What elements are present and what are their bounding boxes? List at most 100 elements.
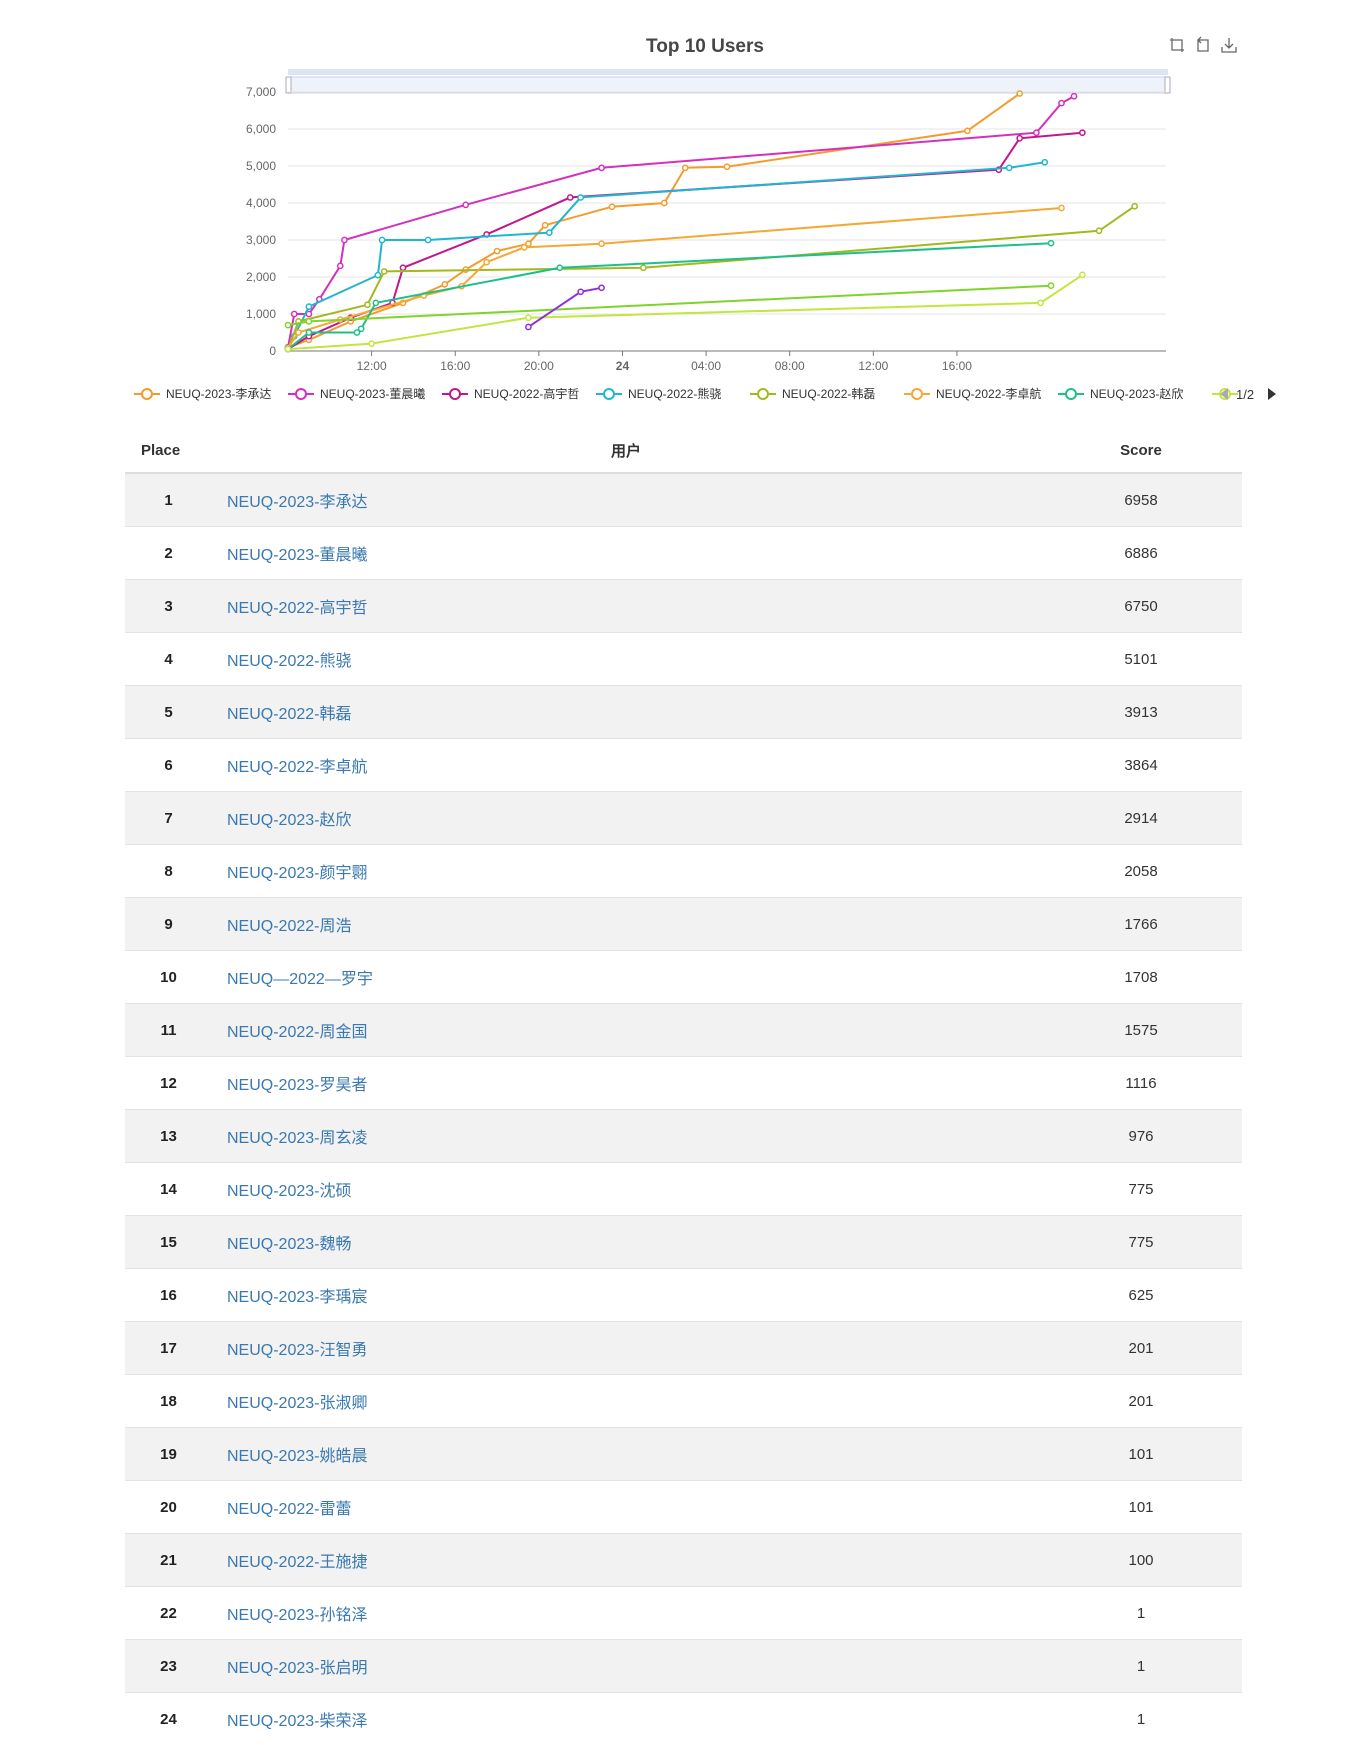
data-point	[578, 195, 583, 200]
user-link[interactable]: NEUQ-2023-赵欣	[213, 812, 351, 829]
data-point	[609, 204, 614, 209]
data-point	[1017, 136, 1022, 141]
data-point	[442, 282, 447, 287]
place-cell: 24	[125, 1693, 212, 1745]
place-header[interactable]: Place	[125, 428, 212, 473]
user-link[interactable]: NEUQ-2022-王施捷	[213, 1554, 367, 1571]
user-cell: NEUQ-2023-柴荣泽	[212, 1693, 1040, 1745]
user-link[interactable]: NEUQ-2023-张淑卿	[213, 1395, 367, 1412]
data-point	[1048, 283, 1053, 288]
place-cell: 15	[125, 1216, 212, 1269]
data-point	[599, 165, 604, 170]
user-link[interactable]: NEUQ-2023-李承达	[213, 494, 367, 511]
x-tick-label: 16:00	[942, 359, 972, 373]
user-link[interactable]: NEUQ-2023-颜宇翾	[213, 865, 367, 882]
data-point	[1132, 204, 1137, 209]
datazoom-handle-left	[286, 77, 291, 93]
data-point	[382, 269, 387, 274]
user-link[interactable]: NEUQ-2023-李瑀宸	[213, 1289, 367, 1306]
score-header[interactable]: Score	[1040, 428, 1242, 473]
table-row: 19NEUQ-2023-姚皓晨101	[125, 1428, 1242, 1481]
zoom-icon[interactable]	[1168, 36, 1186, 54]
data-point	[494, 249, 499, 254]
table-header-row: Place 用户 Score	[125, 428, 1242, 473]
data-point	[1034, 130, 1039, 135]
data-point	[1038, 300, 1043, 305]
x-tick-label: 12:00	[858, 359, 888, 373]
save-image-icon[interactable]	[1220, 36, 1238, 54]
data-point	[306, 319, 311, 324]
table-row: 7NEUQ-2023-赵欣2914	[125, 792, 1242, 845]
user-link[interactable]: NEUQ-2022-雷蕾	[213, 1501, 351, 1518]
place-cell: 3	[125, 580, 212, 633]
data-point	[1080, 272, 1085, 277]
user-cell: NEUQ-2022-李卓航	[212, 739, 1040, 792]
user-cell: NEUQ-2023-周玄凌	[212, 1110, 1040, 1163]
table-row: 4NEUQ-2022-熊骁5101	[125, 633, 1242, 686]
score-cell: 100	[1040, 1534, 1242, 1587]
user-link[interactable]: NEUQ-2023-汪智勇	[213, 1342, 367, 1359]
user-link[interactable]: NEUQ-2023-周玄凌	[213, 1130, 367, 1147]
legend-label: NEUQ-2023-赵欣	[1090, 387, 1183, 401]
y-tick-label: 6,000	[246, 122, 276, 136]
user-link[interactable]: NEUQ-2023-张启明	[213, 1660, 367, 1677]
data-point	[1071, 94, 1076, 99]
legend-page-indicator: 1/2	[1236, 387, 1254, 402]
table-row: 1NEUQ-2023-李承达6958	[125, 473, 1242, 527]
zoom-reset-icon[interactable]	[1194, 36, 1212, 54]
place-cell: 9	[125, 898, 212, 951]
table-row: 5NEUQ-2022-韩磊3913	[125, 686, 1242, 739]
place-cell: 8	[125, 845, 212, 898]
data-point	[526, 315, 531, 320]
table-row: 16NEUQ-2023-李瑀宸625	[125, 1269, 1242, 1322]
score-cell: 1766	[1040, 898, 1242, 951]
data-point	[578, 289, 583, 294]
data-point	[1048, 241, 1053, 246]
user-link[interactable]: NEUQ-2022-周金国	[213, 1024, 367, 1041]
legend-marker	[1066, 389, 1076, 399]
user-cell: NEUQ-2023-颜宇翾	[212, 845, 1040, 898]
score-cell: 1	[1040, 1587, 1242, 1640]
user-link[interactable]: NEUQ-2023-沈硕	[213, 1183, 351, 1200]
series-line	[288, 243, 1051, 349]
user-link[interactable]: NEUQ-2023-孙铭泽	[213, 1607, 367, 1624]
user-link[interactable]: NEUQ-2023-魏畅	[213, 1236, 351, 1253]
user-link[interactable]: NEUQ-2023-罗昊者	[213, 1077, 367, 1094]
series-line	[288, 208, 1062, 348]
place-cell: 17	[125, 1322, 212, 1375]
user-link[interactable]: NEUQ-2023-姚皓晨	[213, 1448, 367, 1465]
user-cell: NEUQ-2022-韩磊	[212, 686, 1040, 739]
user-link[interactable]: NEUQ-2023-柴荣泽	[213, 1713, 367, 1730]
user-link[interactable]: NEUQ-2022-熊骁	[213, 653, 351, 670]
datazoom-handle-right	[1165, 77, 1170, 93]
y-tick-label: 3,000	[246, 233, 276, 247]
place-cell: 14	[125, 1163, 212, 1216]
table-row: 22NEUQ-2023-孙铭泽1	[125, 1587, 1242, 1640]
data-point	[463, 202, 468, 207]
score-cell: 1116	[1040, 1057, 1242, 1110]
score-cell: 3864	[1040, 739, 1242, 792]
data-point	[484, 260, 489, 265]
user-link[interactable]: NEUQ-2022-周浩	[213, 918, 351, 935]
y-tick-label: 0	[269, 344, 276, 358]
legend-next-icon	[1268, 388, 1276, 400]
legend-marker	[142, 389, 152, 399]
user-header[interactable]: 用户	[212, 428, 1040, 473]
legend-marker	[296, 389, 306, 399]
chart-toolbox	[1168, 36, 1238, 54]
x-tick-label: 16:00	[440, 359, 470, 373]
user-link[interactable]: NEUQ—2022—罗宇	[213, 971, 373, 988]
score-cell: 775	[1040, 1216, 1242, 1269]
user-link[interactable]: NEUQ-2022-李卓航	[213, 759, 367, 776]
legend-marker	[450, 389, 460, 399]
score-cell: 6750	[1040, 580, 1242, 633]
score-cell: 201	[1040, 1322, 1242, 1375]
user-link[interactable]: NEUQ-2022-高宇哲	[213, 600, 367, 617]
user-link[interactable]: NEUQ-2022-韩磊	[213, 706, 351, 723]
series-line	[288, 206, 1135, 349]
data-point	[338, 263, 343, 268]
data-point	[1097, 228, 1102, 233]
user-cell: NEUQ-2023-赵欣	[212, 792, 1040, 845]
user-link[interactable]: NEUQ-2023-董晨曦	[213, 547, 367, 564]
place-cell: 7	[125, 792, 212, 845]
